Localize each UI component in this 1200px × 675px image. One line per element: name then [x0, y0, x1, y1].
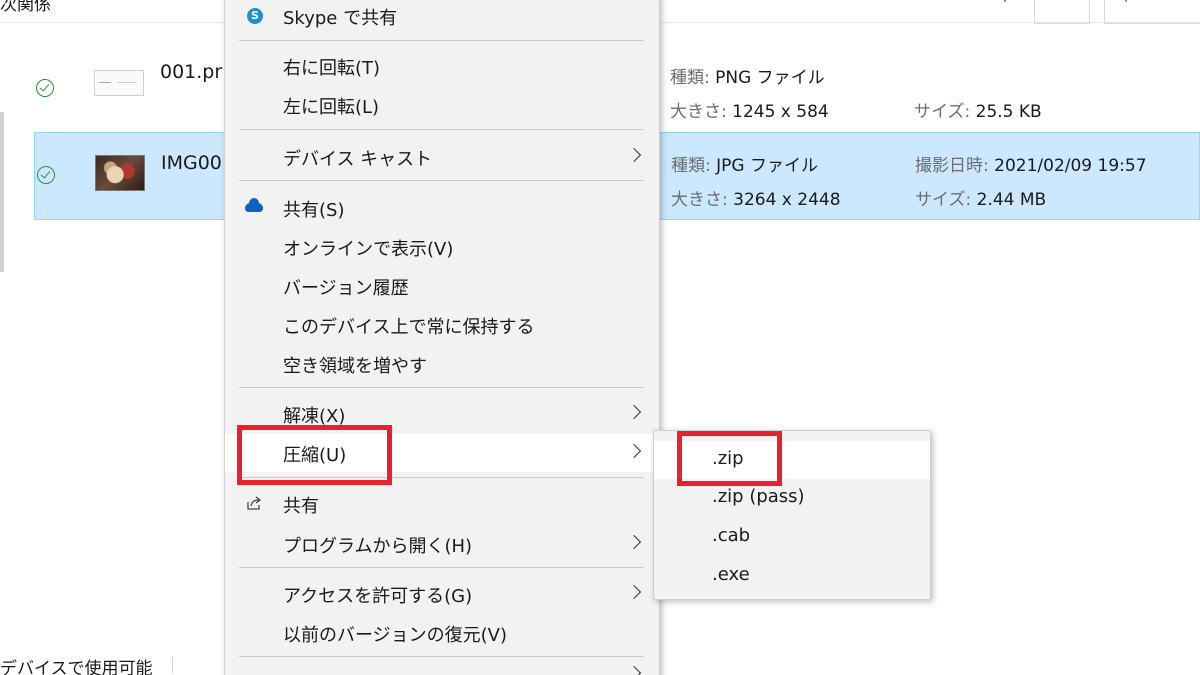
status-bar-divider: [172, 657, 173, 673]
file-dimensions: 大きさ: 1245 x 584: [670, 102, 829, 122]
chevron-right-icon: [626, 404, 642, 420]
search-icon: ∕: [1125, 0, 1131, 5]
menu-item-label: 共有(S): [283, 200, 345, 221]
menu-item-label: Skype で共有: [283, 8, 398, 29]
submenu-item-label: .zip (pass): [712, 486, 805, 507]
menu-item-label: 空き領域を増やす: [283, 356, 427, 377]
file-thumbnail: [94, 70, 144, 96]
submenu-item-label: .exe: [712, 564, 750, 585]
file-size: サイズ: 25.5 KB: [914, 102, 1042, 122]
file-type: 種類: JPG ファイル: [671, 156, 818, 176]
menu-item-rotate-left[interactable]: 左に回転(L): [225, 86, 659, 124]
highlight-box-zip: [677, 431, 782, 486]
menu-item-device-cast[interactable]: デバイス キャスト: [225, 138, 659, 176]
menu-item-give-access[interactable]: アクセスを許可する(G): [225, 575, 659, 613]
menu-item-skype-share[interactable]: S Skype で共有: [225, 0, 659, 35]
menu-item-view-online[interactable]: オンラインで表示(V): [225, 228, 659, 266]
submenu-item-label: .cab: [712, 525, 751, 546]
menu-item-restore-previous[interactable]: 以前のバージョンの復元(V): [225, 614, 659, 652]
context-menu: S Skype で共有 右に回転(T) 左に回転(L) デバイス キャスト 共有…: [224, 0, 660, 675]
menu-item-label: アクセスを許可する(G): [283, 586, 473, 607]
chevron-icon[interactable]: ∕: [1000, 0, 1022, 24]
menu-item-share[interactable]: 共有: [225, 485, 659, 523]
sync-status-check-icon: [37, 166, 55, 184]
menu-separator: [239, 387, 643, 388]
menu-separator: [239, 129, 643, 130]
menu-item-label: プログラムから開く(H): [283, 536, 473, 557]
sync-status-check-icon: [36, 79, 54, 97]
chevron-right-icon: [626, 584, 642, 600]
menu-item-version-history[interactable]: バージョン履歴: [225, 267, 659, 305]
skype-icon: S: [247, 8, 263, 24]
navigation-pane-scrollbar[interactable]: [0, 112, 4, 272]
menu-item-open-with[interactable]: プログラムから開く(H): [225, 525, 659, 563]
menu-item-free-space[interactable]: 空き領域を増やす: [225, 345, 659, 383]
submenu-item-exe[interactable]: .exe: [654, 557, 930, 595]
onedrive-cloud-icon: [245, 198, 263, 212]
file-date-taken: 撮影日時: 2021/02/09 19:57: [915, 156, 1147, 176]
submenu-item-cab[interactable]: .cab: [654, 518, 930, 556]
menu-item-always-keep[interactable]: このデバイス上で常に保持する: [225, 306, 659, 344]
file-name: IMG00: [161, 152, 222, 174]
menu-item-label: 左に回転(L): [283, 97, 380, 118]
chevron-right-icon: [626, 443, 642, 459]
menu-item-label: 共有: [283, 496, 319, 517]
menu-separator: [239, 180, 643, 181]
file-type: 種類: PNG ファイル: [670, 68, 825, 88]
chevron-right-icon: [626, 147, 642, 163]
chevron-right-icon: [626, 534, 642, 550]
menu-item-label: デバイス キャスト: [283, 149, 433, 170]
file-size: サイズ: 2.44 MB: [915, 190, 1047, 210]
highlight-box-compress: [237, 425, 392, 485]
refresh-button[interactable]: ↻: [1034, 0, 1090, 24]
file-name: 001.pr: [160, 61, 223, 83]
share-icon: [246, 495, 262, 511]
photo-thumbnail: [95, 155, 145, 191]
menu-separator: [239, 656, 643, 657]
search-box[interactable]: ∕: [1104, 0, 1200, 24]
status-bar-text: デバイスで使用可能: [0, 659, 153, 675]
file-dimensions: 大きさ: 3264 x 2448: [671, 190, 841, 210]
menu-item-label: 右に回転(T): [283, 58, 381, 79]
menu-item-label: バージョン履歴: [283, 278, 409, 299]
menu-item-onedrive-share[interactable]: 共有(S): [225, 189, 659, 227]
menu-item-label: オンラインで表示(V): [283, 239, 454, 260]
menu-separator: [239, 40, 643, 41]
chevron-right-icon: [626, 665, 642, 675]
menu-item-label: 以前のバージョンの復元(V): [283, 625, 507, 646]
menu-item-rotate-right[interactable]: 右に回転(T): [225, 47, 659, 85]
menu-item-partial[interactable]: [225, 662, 659, 675]
menu-separator: [239, 567, 643, 568]
refresh-icon: ↻: [1055, 0, 1070, 5]
window-title-fragment: 次関係: [0, 0, 51, 15]
menu-item-label: このデバイス上で常に保持する: [283, 317, 535, 338]
